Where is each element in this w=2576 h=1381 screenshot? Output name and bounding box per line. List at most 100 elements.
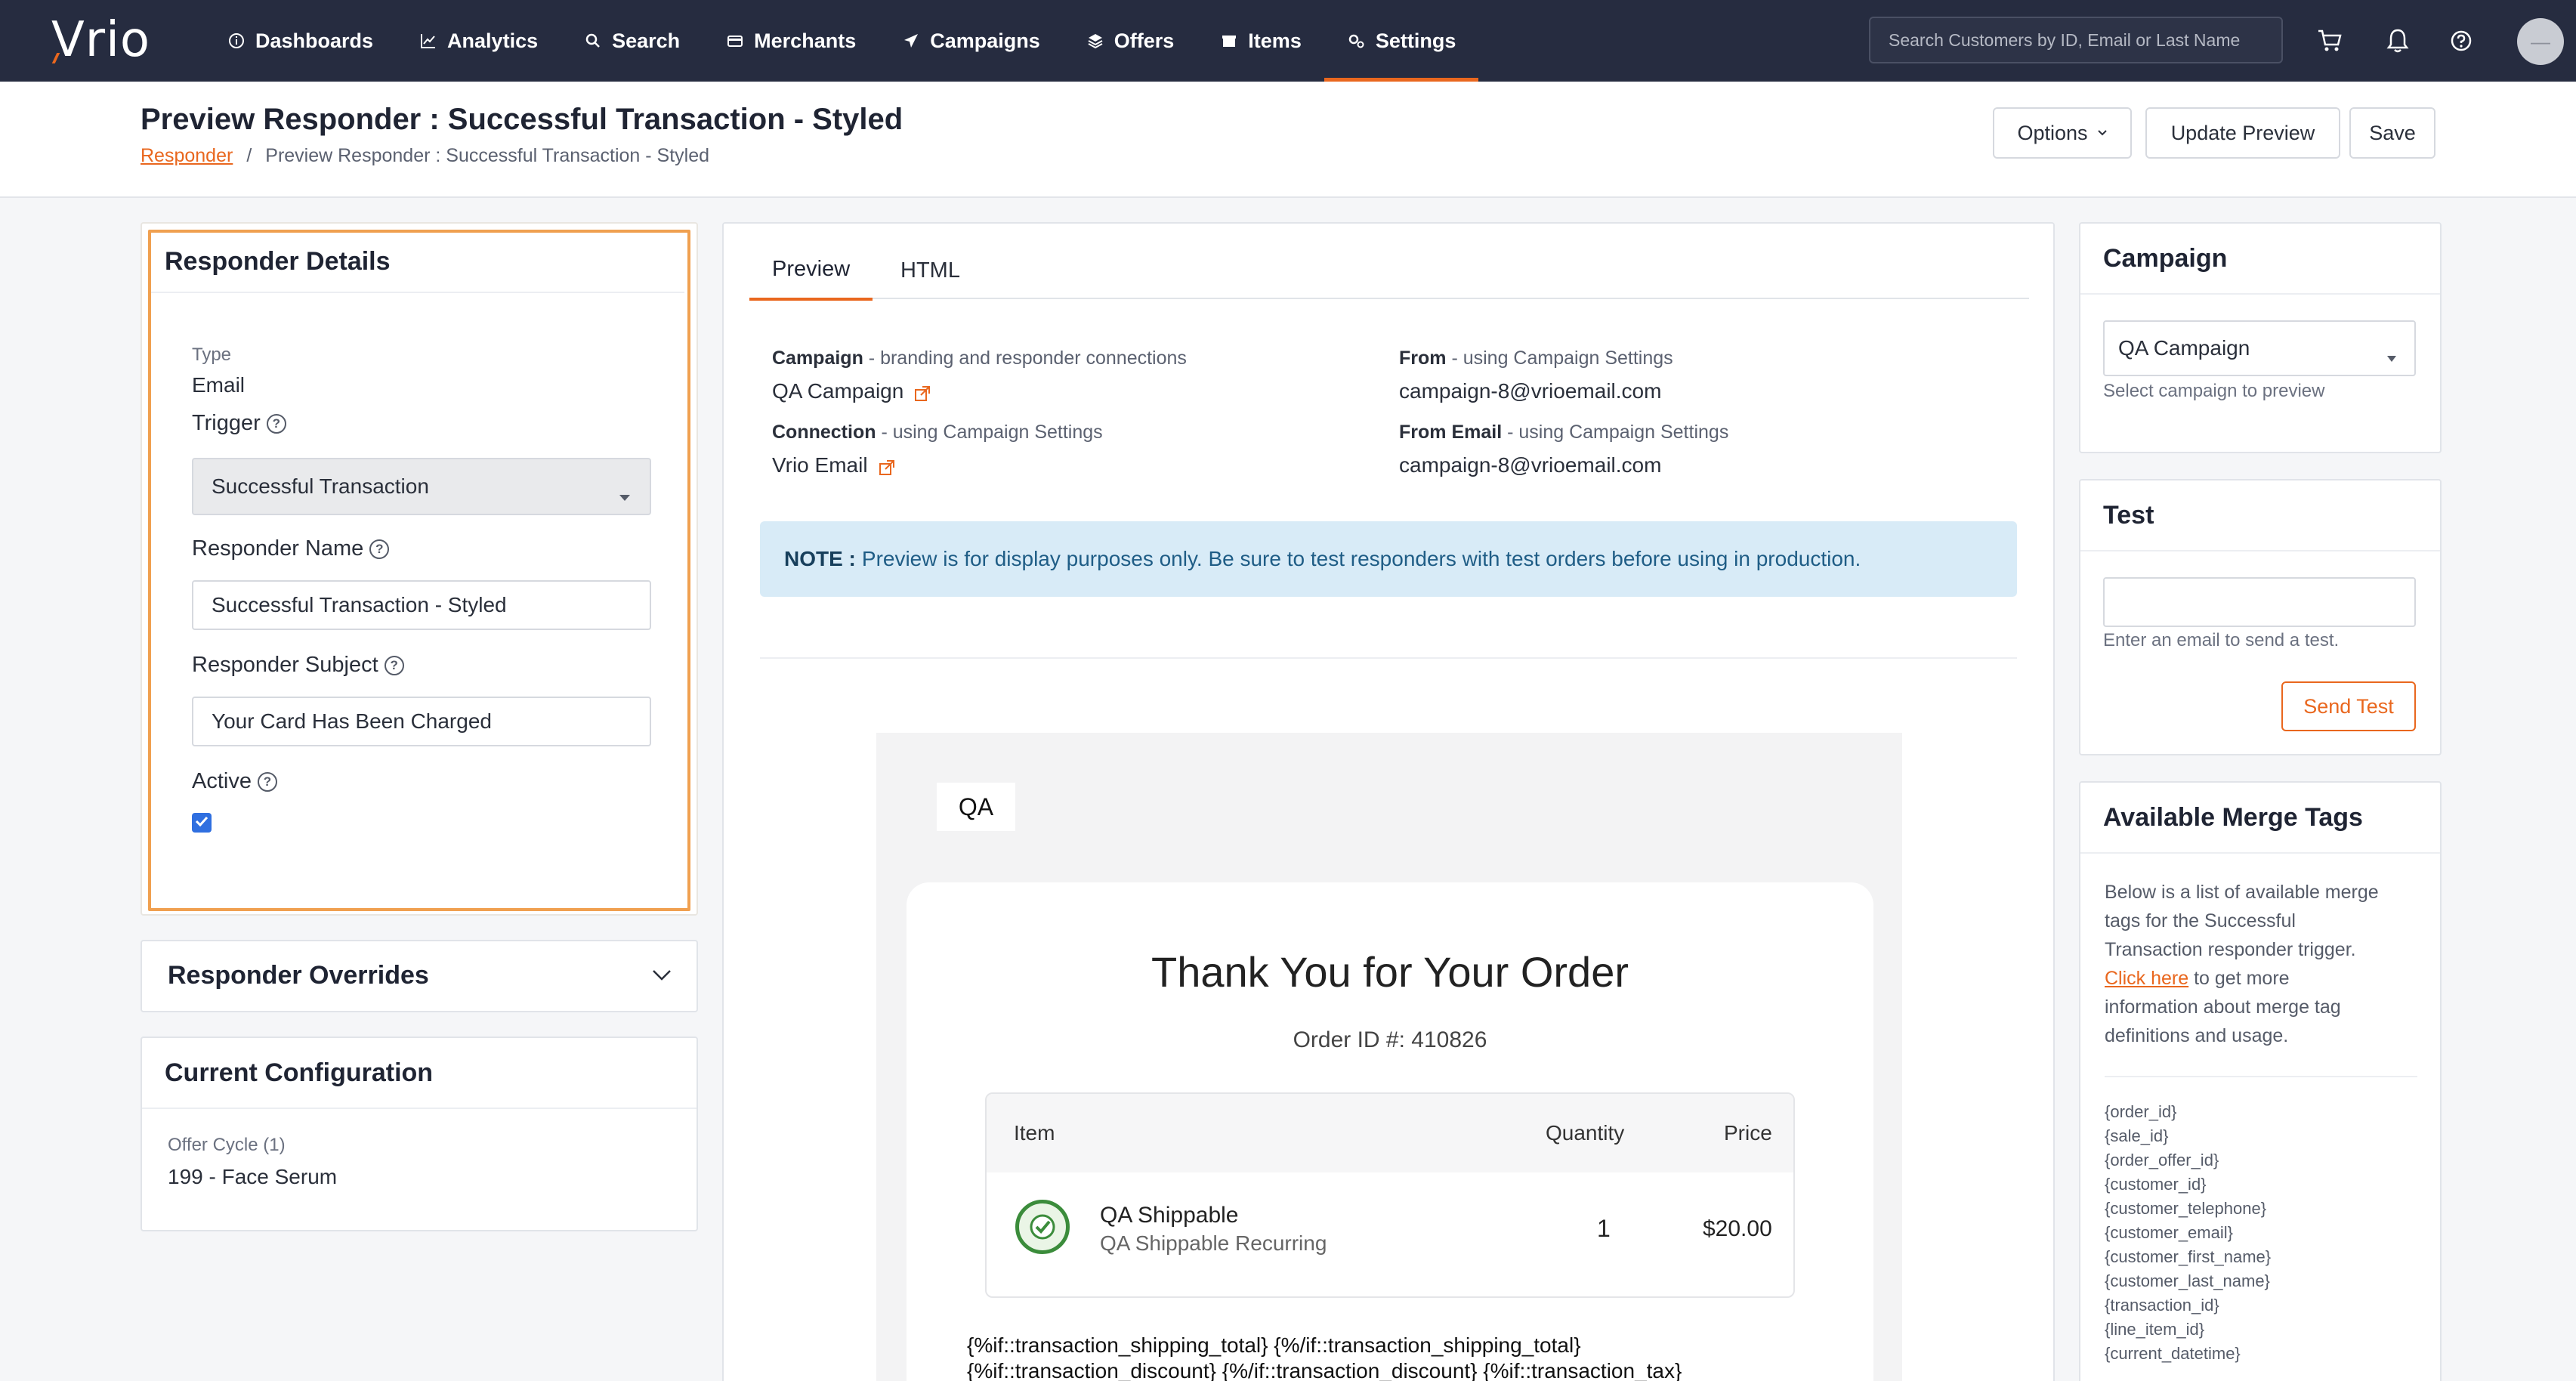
nav-item-label: Analytics xyxy=(447,29,539,52)
active-label: Active ? xyxy=(192,769,277,794)
email-merge-text: {%if::transaction_shipping_total} {%/if:… xyxy=(967,1333,1682,1381)
options-button[interactable]: Options xyxy=(1993,107,2132,159)
connection-meta-label: Connection - using Campaign Settings xyxy=(772,422,1103,443)
campaign-meta-key: Campaign xyxy=(772,348,863,369)
help-icon[interactable]: ? xyxy=(369,539,390,559)
nav-item-offers[interactable]: Offers xyxy=(1063,0,1197,82)
description-line: Below is a list of available merge xyxy=(2105,882,2379,903)
list-item: {customer_telephone} xyxy=(2105,1199,2267,1218)
connection-meta-key: Connection xyxy=(772,422,876,443)
list-item: {customer_first_name} xyxy=(2105,1247,2272,1266)
trigger-select[interactable]: Successful Transaction xyxy=(192,458,651,515)
campaign-select[interactable]: QA Campaign xyxy=(2103,320,2416,376)
description-line: information about merge tag xyxy=(2105,996,2341,1018)
help-icon[interactable]: ? xyxy=(384,655,404,675)
item-subtitle: QA Shippable Recurring xyxy=(1100,1231,1327,1255)
chevron-down-icon[interactable] xyxy=(651,969,672,986)
send-test-button[interactable]: Send Test xyxy=(2281,681,2416,731)
nav-item-analytics[interactable]: Analytics xyxy=(396,0,561,82)
help-icon[interactable] xyxy=(2445,24,2478,57)
campaign-hint: Select campaign to preview xyxy=(2103,381,2325,401)
connection-value-text[interactable]: Vrio Email xyxy=(772,453,868,477)
bell-icon[interactable] xyxy=(2381,24,2414,57)
card-icon xyxy=(725,31,745,51)
update-preview-button[interactable]: Update Preview xyxy=(2145,107,2340,159)
responder-overrides-card[interactable]: Responder Overrides xyxy=(141,940,698,1012)
description-line: Click here to get more xyxy=(2105,964,2379,993)
nav-item-label: Settings xyxy=(1375,29,1456,52)
tab-html[interactable]: HTML xyxy=(878,240,983,301)
page-header: Preview Responder : Successful Transacti… xyxy=(0,82,2576,198)
merge-text-line: {%if::transaction_shipping_total} {%/if:… xyxy=(967,1333,1581,1357)
from-email-meta-desc: - using Campaign Settings xyxy=(1502,422,1729,443)
type-value: Email xyxy=(192,373,246,397)
offer-cycle-value: 199 - Face Serum xyxy=(168,1165,338,1188)
info-circle-icon xyxy=(227,31,246,51)
list-item: {order_offer_id} xyxy=(2105,1151,2219,1169)
focus-outline xyxy=(148,230,690,911)
from-meta-key: From xyxy=(1399,348,1447,369)
campaign-meta-desc: - branding and responder connections xyxy=(863,348,1187,369)
nav-item-merchants[interactable]: Merchants xyxy=(703,0,879,82)
item-quantity: 1 xyxy=(1597,1215,1611,1242)
list-item: {line_item_id} xyxy=(2105,1320,2205,1339)
section-divider xyxy=(760,657,2017,659)
subject-label: Responder Subject ? xyxy=(192,653,404,678)
customer-search-input[interactable]: Search Customers by ID, Email or Last Na… xyxy=(1869,17,2283,63)
name-label-text: Responder Name xyxy=(192,536,364,561)
campaign-card: Campaign QA Campaign Select campaign to … xyxy=(2079,222,2442,453)
list-item: {customer_id} xyxy=(2105,1175,2207,1194)
nav-item-campaigns[interactable]: Campaigns xyxy=(879,0,1063,82)
email-logo: QA xyxy=(937,783,1015,831)
responder-name-input[interactable]: Successful Transaction - Styled xyxy=(192,580,651,630)
external-link-icon[interactable] xyxy=(879,457,895,475)
campaign-value-text[interactable]: QA Campaign xyxy=(772,379,903,403)
save-button[interactable]: Save xyxy=(2349,107,2435,159)
email-preview-frame: QA Thank You for Your Order Order ID #: … xyxy=(876,733,1902,1381)
card-header: Test xyxy=(2080,480,2440,551)
help-icon[interactable]: ? xyxy=(257,771,277,792)
merge-tags-description: Below is a list of available merge tags … xyxy=(2105,878,2379,1050)
tab-preview[interactable]: Preview xyxy=(749,240,873,301)
avatar[interactable]: — xyxy=(2517,18,2564,65)
nav-item-search[interactable]: Search xyxy=(561,0,703,82)
brand-logo[interactable]: Vrio xyxy=(51,12,172,68)
preview-note: NOTE : Preview is for display purposes o… xyxy=(760,521,2017,597)
responder-subject-input[interactable]: Your Card Has Been Charged xyxy=(192,697,651,746)
external-link-icon[interactable] xyxy=(914,383,931,401)
line-chart-icon xyxy=(419,31,438,51)
caret-down-icon xyxy=(2386,344,2398,369)
cart-icon[interactable] xyxy=(2313,24,2346,57)
nav-item-label: Offers xyxy=(1113,29,1175,52)
column-header-item: Item xyxy=(1014,1121,1055,1145)
description-line: Transaction responder trigger. xyxy=(2105,939,2356,960)
order-id: Order ID #: 410826 xyxy=(1293,1027,1487,1052)
description-text: to get more xyxy=(2188,968,2290,989)
nav-item-items[interactable]: Items xyxy=(1197,0,1324,82)
active-checkbox[interactable] xyxy=(192,813,212,833)
merge-tag-list: {order_id} {sale_id} {order_offer_id} {c… xyxy=(2105,1100,2271,1366)
from-email-meta-label: From Email - using Campaign Settings xyxy=(1399,422,1728,443)
click-here-link[interactable]: Click here xyxy=(2105,968,2188,989)
breadcrumb-link-responder[interactable]: Responder xyxy=(141,145,233,167)
card-header: Current Configuration xyxy=(142,1038,697,1109)
column-header-quantity: Quantity xyxy=(1546,1121,1625,1145)
top-nav: Vrio Dashboards Analytics Search Merchan… xyxy=(0,0,2576,82)
test-email-input[interactable] xyxy=(2103,577,2416,627)
from-email-meta-key: From Email xyxy=(1399,422,1503,443)
card-title: Test xyxy=(2103,500,2154,530)
campaign-meta-value: QA Campaign xyxy=(772,379,931,403)
connection-meta-value: Vrio Email xyxy=(772,453,895,477)
nav-item-label: Items xyxy=(1248,29,1302,52)
list-item: {customer_last_name} xyxy=(2105,1271,2270,1290)
nav-item-label: Search xyxy=(612,29,681,52)
nav-item-settings[interactable]: Settings xyxy=(1324,0,1479,82)
nav-item-dashboards[interactable]: Dashboards xyxy=(204,0,396,82)
options-label: Options xyxy=(2017,121,2088,144)
from-meta-value: campaign-8@vrioemail.com xyxy=(1399,379,1662,403)
help-icon[interactable]: ? xyxy=(266,413,286,434)
email-heading: Thank You for Your Order xyxy=(1151,948,1629,996)
nav-item-label: Merchants xyxy=(754,29,857,52)
item-price: $20.00 xyxy=(1703,1216,1772,1241)
list-item: {sale_id} xyxy=(2105,1126,2169,1145)
